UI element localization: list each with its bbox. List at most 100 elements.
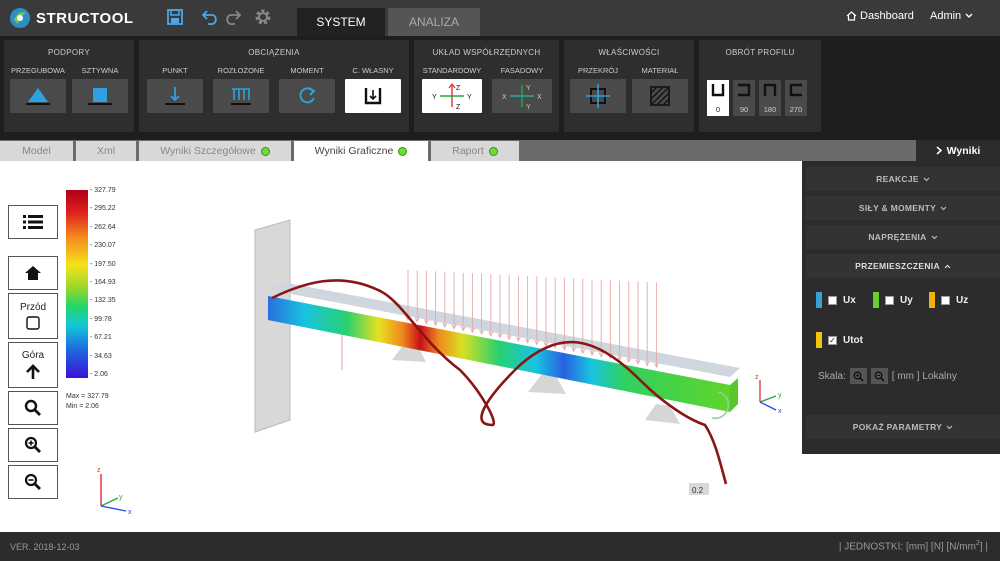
section-label: PRZEMIESZCZENIA	[855, 261, 940, 271]
legend-tick-label: - 197.50	[90, 260, 116, 268]
svg-text:Y: Y	[526, 104, 531, 111]
app-logo[interactable]: STRUCTOOL	[8, 4, 153, 32]
legend-tick-label: - 2.06	[90, 371, 108, 378]
tool-label: PUNKT	[162, 66, 188, 75]
section-stresses[interactable]: NAPRĘŻENIA	[806, 225, 1000, 249]
tab-label: Wyniki Szczegółowe	[160, 145, 256, 157]
color-legend: - 327.79 - 295.22 - 262.64 - 230.07 - 197.50…	[66, 187, 136, 380]
tool-label: MOMENT	[290, 66, 324, 75]
group-title: OBCIĄŻENIA	[248, 48, 300, 57]
scale-zoom-out-button[interactable]	[870, 368, 888, 384]
point-load-button[interactable]: PUNKT	[147, 66, 203, 113]
fixed-support-button[interactable]: SZTYWNA	[72, 66, 128, 113]
top-bar: STRUCTOOL SYSTEM ANALIZA Dashboard Admin	[0, 0, 1000, 36]
uy-color-swatch	[873, 292, 879, 308]
front-view-square-icon	[26, 316, 40, 330]
tab-analiza[interactable]: ANALIZA	[388, 8, 480, 36]
self-weight-icon	[364, 88, 382, 105]
rotation-270-button[interactable]: 270	[785, 80, 807, 116]
section-label: POKAŻ PARAMETRY	[852, 422, 943, 432]
cross-section-button[interactable]: PRZEKRÓJ	[570, 66, 626, 113]
component-uy: Uy	[873, 292, 913, 308]
list-icon	[23, 215, 43, 229]
section-displacements[interactable]: PRZEMIESZCZENIA	[806, 254, 1000, 278]
front-view-button[interactable]: Przód	[8, 293, 58, 339]
tab-report[interactable]: Raport	[431, 141, 519, 161]
search-icon	[24, 399, 41, 416]
show-parameters-section[interactable]: POKAŻ PARAMETRY	[806, 415, 1000, 439]
tab-xml[interactable]: Xml	[76, 141, 136, 161]
group-title: OBRÓT PROFILU	[725, 48, 795, 57]
wall-support	[254, 219, 291, 433]
units-label: | JEDNOSTKI: [mm] [N] [N/mm2] |	[839, 540, 988, 552]
material-button[interactable]: MATERIAŁ	[632, 66, 688, 113]
distributed-load-icon	[231, 88, 251, 105]
section-label: REAKCJE	[876, 174, 919, 184]
hinged-support-button[interactable]: PRZEGUBOWA	[10, 66, 66, 113]
zoom-in-icon	[24, 436, 41, 453]
chevron-down-icon	[940, 206, 947, 210]
redo-icon[interactable]	[222, 6, 244, 28]
component-utot: ✓ Utot	[816, 332, 863, 348]
standard-coords-button[interactable]: STANDARDOWY ZYYZ	[422, 66, 482, 113]
component-uz: Uz	[929, 292, 968, 308]
group-profile-rotation: OBRÓT PROFILU 0 90 180 270	[699, 40, 821, 132]
tab-label: Xml	[96, 145, 116, 157]
tab-system[interactable]: SYSTEM	[297, 8, 385, 36]
zoom-in-button[interactable]	[8, 428, 58, 462]
zoom-fit-button[interactable]	[8, 391, 58, 425]
component-label: Uz	[956, 294, 969, 306]
zoom-out-icon	[24, 473, 41, 490]
uy-checkbox[interactable]	[885, 295, 894, 305]
home-view-button[interactable]	[8, 256, 58, 290]
chevron-down-icon	[923, 177, 930, 181]
save-icon[interactable]	[164, 6, 186, 28]
ux-color-swatch	[816, 292, 822, 308]
axis-label: x	[778, 408, 782, 415]
distributed-load-button[interactable]: ROZŁOŻONE	[213, 66, 269, 113]
app-name: STRUCTOOL	[36, 9, 134, 27]
settings-gear-icon[interactable]	[252, 6, 274, 28]
chevron-right-icon	[936, 146, 942, 155]
zoom-out-button[interactable]	[8, 465, 58, 499]
rotation-90-button[interactable]: 90	[733, 80, 755, 116]
results-panel-toggle[interactable]: Wyniki	[916, 140, 1000, 161]
moment-button[interactable]: MOMENT	[279, 66, 335, 113]
utot-checkbox[interactable]: ✓	[828, 335, 837, 345]
legend-max: Max = 327.79	[66, 393, 109, 400]
svg-text:Y: Y	[467, 94, 472, 101]
axis-label: z	[755, 374, 759, 381]
rotation-0-button[interactable]: 0	[707, 80, 729, 116]
user-label: Admin	[930, 10, 962, 22]
tool-label: PRZEGUBOWA	[11, 66, 65, 75]
tab-graphic-results[interactable]: Wyniki Graficzne	[294, 141, 428, 161]
scale-units: [ mm ] Lokalny	[891, 370, 957, 382]
tool-label: SZTYWNA	[81, 66, 119, 75]
legend-tick-label: - 295.22	[90, 205, 116, 213]
tab-detailed-results[interactable]: Wyniki Szczegółowe	[139, 141, 291, 161]
uz-checkbox[interactable]	[941, 295, 950, 305]
layers-list-button[interactable]	[8, 205, 58, 239]
section-reactions[interactable]: REAKCJE	[806, 167, 1000, 191]
ux-checkbox[interactable]	[828, 295, 837, 305]
user-menu[interactable]: Admin	[930, 10, 973, 22]
top-view-button[interactable]: Góra	[8, 342, 58, 388]
legend-tick-label: - 230.07	[90, 242, 116, 250]
home-icon	[846, 11, 857, 21]
units-suffix: ] |	[979, 541, 988, 553]
units-prefix: | JEDNOSTKI: [mm] [N] [N/mm	[838, 541, 976, 553]
facade-coords-button[interactable]: FASADOWY YXXY	[492, 66, 552, 113]
chevron-up-icon	[944, 264, 951, 268]
dashboard-link[interactable]: Dashboard	[846, 10, 914, 22]
legend-tick-label: - 327.79	[90, 187, 116, 194]
self-weight-button[interactable]: C. WŁASNY	[345, 66, 401, 113]
undo-icon[interactable]	[199, 6, 221, 28]
svg-text:X: X	[537, 94, 542, 101]
rotation-180-button[interactable]: 180	[759, 80, 781, 116]
view-tab-strip: Model Xml Wyniki Szczegółowe Wyniki Graf…	[0, 140, 1000, 161]
tab-model[interactable]: Model	[0, 141, 73, 161]
scale-zoom-in-button[interactable]	[849, 368, 867, 384]
axis-label: z	[97, 467, 101, 474]
section-forces-moments[interactable]: SIŁY & MOMENTY	[806, 196, 1000, 220]
tool-label: STANDARDOWY	[422, 66, 482, 75]
